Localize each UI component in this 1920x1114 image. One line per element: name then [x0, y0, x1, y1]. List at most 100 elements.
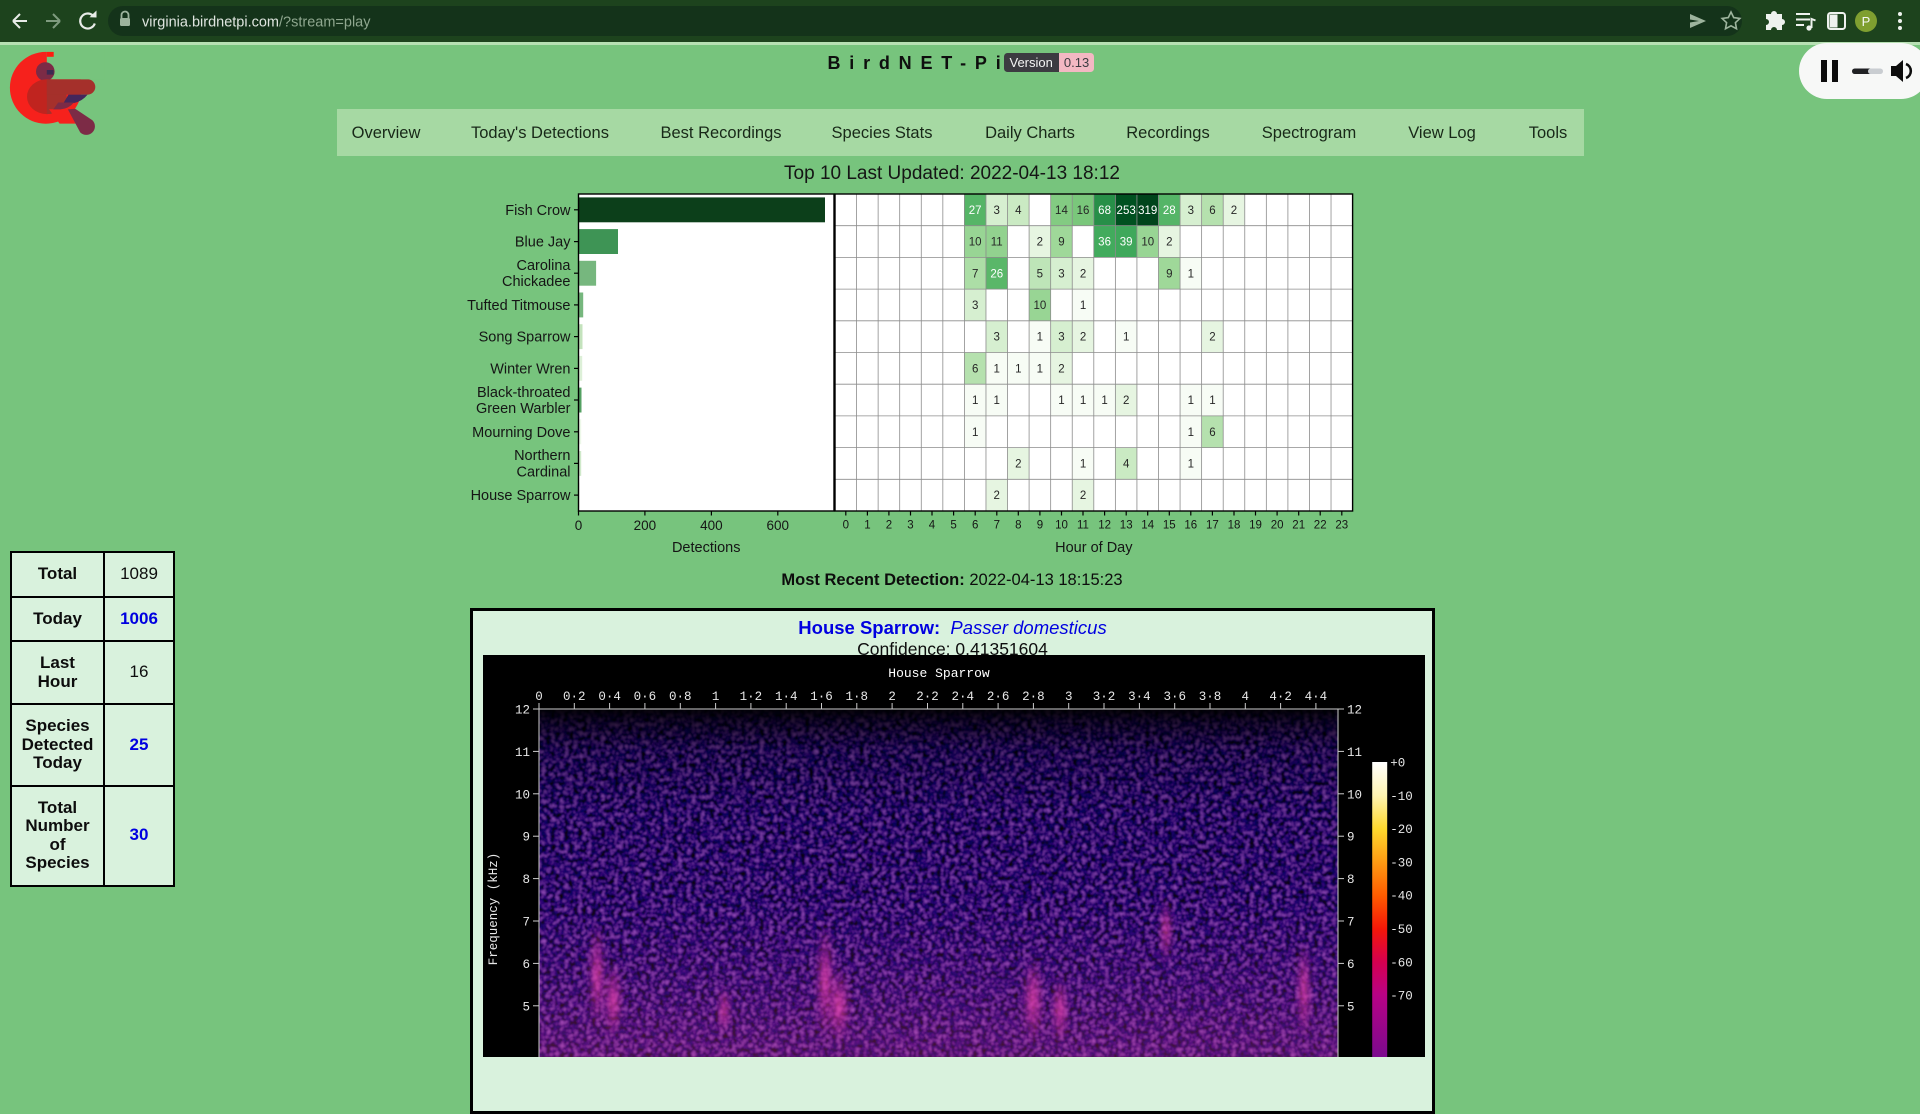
svg-text:0·4: 0·4 [598, 690, 621, 704]
svg-text:68: 68 [1098, 205, 1111, 217]
svg-text:6: 6 [972, 520, 978, 532]
svg-text:253: 253 [1117, 205, 1136, 217]
svg-text:10: 10 [1033, 300, 1046, 312]
svg-text:Fish Crow: Fish Crow [505, 203, 571, 219]
svg-text:House Sparrow: House Sparrow [471, 488, 571, 504]
svg-text:9: 9 [1166, 268, 1172, 280]
svg-text:2: 2 [886, 520, 892, 532]
svg-text:1: 1 [1188, 427, 1194, 439]
svg-text:28: 28 [1163, 205, 1176, 217]
svg-text:1: 1 [972, 427, 978, 439]
svg-text:2: 2 [1231, 205, 1237, 217]
svg-text:2·4: 2·4 [952, 690, 975, 704]
svg-text:2: 2 [1080, 268, 1086, 280]
svg-text:6: 6 [1347, 958, 1355, 972]
svg-text:Northern: Northern [514, 448, 570, 464]
svg-text:10: 10 [1141, 237, 1154, 249]
svg-text:Green Warbler: Green Warbler [476, 401, 571, 417]
svg-text:1: 1 [994, 395, 1000, 407]
svg-text:Song Sparrow: Song Sparrow [479, 330, 571, 346]
svg-text:Detections: Detections [672, 540, 741, 556]
svg-text:4: 4 [1242, 690, 1250, 704]
svg-text:Black-throated: Black-throated [477, 385, 571, 401]
svg-text:Hour of Day: Hour of Day [1055, 540, 1133, 556]
svg-text:1: 1 [1101, 395, 1107, 407]
svg-text:Blue Jay: Blue Jay [515, 235, 571, 251]
svg-text:4: 4 [1123, 458, 1130, 470]
svg-text:3·4: 3·4 [1128, 690, 1151, 704]
svg-text:10: 10 [969, 237, 982, 249]
svg-text:5: 5 [950, 520, 956, 532]
svg-text:1: 1 [1188, 395, 1194, 407]
svg-text:Winter Wren: Winter Wren [490, 361, 570, 377]
svg-text:11: 11 [515, 746, 530, 760]
svg-text:9: 9 [1037, 520, 1043, 532]
svg-text:5: 5 [1347, 1000, 1355, 1014]
svg-text:9: 9 [522, 831, 530, 845]
svg-text:4: 4 [1015, 205, 1022, 217]
svg-text:1: 1 [1037, 332, 1043, 344]
svg-text:8: 8 [522, 873, 530, 887]
svg-text:15: 15 [1163, 520, 1176, 532]
svg-text:7: 7 [522, 916, 530, 930]
svg-text:1: 1 [712, 690, 720, 704]
svg-text:1: 1 [1080, 458, 1086, 470]
svg-text:13: 13 [1120, 520, 1133, 532]
svg-text:3: 3 [1058, 332, 1064, 344]
svg-text:1: 1 [1188, 268, 1194, 280]
svg-text:22: 22 [1314, 520, 1327, 532]
svg-text:1·4: 1·4 [775, 690, 798, 704]
svg-text:0·2: 0·2 [563, 690, 586, 704]
svg-text:400: 400 [700, 518, 723, 533]
svg-text:2: 2 [1209, 332, 1215, 344]
svg-text:200: 200 [634, 518, 657, 533]
svg-text:39: 39 [1120, 237, 1133, 249]
svg-text:8: 8 [1015, 520, 1021, 532]
svg-text:7: 7 [1347, 916, 1355, 930]
svg-text:2: 2 [1015, 458, 1021, 470]
svg-text:14: 14 [1141, 520, 1154, 532]
svg-text:1: 1 [1058, 395, 1064, 407]
svg-text:9: 9 [1347, 831, 1355, 845]
svg-text:18: 18 [1228, 520, 1241, 532]
svg-text:10: 10 [1347, 788, 1362, 802]
svg-text:2: 2 [1080, 332, 1086, 344]
svg-text:+0: +0 [1390, 757, 1405, 771]
svg-text:Mourning Dove: Mourning Dove [472, 425, 570, 441]
svg-text:23: 23 [1335, 520, 1348, 532]
svg-text:3: 3 [1065, 690, 1073, 704]
svg-text:3·2: 3·2 [1093, 690, 1116, 704]
svg-text:3·6: 3·6 [1163, 690, 1186, 704]
svg-text:1: 1 [972, 395, 978, 407]
svg-text:1·2: 1·2 [740, 690, 763, 704]
svg-text:16: 16 [1077, 205, 1090, 217]
svg-text:2: 2 [1080, 490, 1086, 502]
svg-text:-50: -50 [1390, 923, 1413, 937]
svg-text:1: 1 [1080, 395, 1086, 407]
svg-text:2: 2 [994, 490, 1000, 502]
svg-text:Chickadee: Chickadee [502, 274, 571, 290]
svg-text:-70: -70 [1390, 990, 1413, 1004]
svg-text:3: 3 [994, 332, 1000, 344]
svg-text:1: 1 [994, 363, 1000, 375]
svg-text:1: 1 [1015, 363, 1021, 375]
svg-text:4·4: 4·4 [1305, 690, 1328, 704]
svg-text:36: 36 [1098, 237, 1111, 249]
svg-text:2: 2 [1166, 237, 1172, 249]
svg-text:3·8: 3·8 [1199, 690, 1222, 704]
svg-text:2·2: 2·2 [916, 690, 939, 704]
svg-text:-20: -20 [1390, 823, 1413, 837]
svg-text:11: 11 [1077, 520, 1089, 532]
svg-text:19: 19 [1249, 520, 1262, 532]
svg-text:Carolina: Carolina [517, 258, 572, 274]
svg-text:6: 6 [1209, 427, 1215, 439]
svg-text:12: 12 [1347, 704, 1362, 718]
svg-text:0·8: 0·8 [669, 690, 692, 704]
svg-text:2·6: 2·6 [987, 690, 1010, 704]
svg-text:11: 11 [1347, 746, 1362, 760]
svg-text:1: 1 [1188, 458, 1194, 470]
svg-text:8: 8 [1347, 873, 1355, 887]
svg-text:12: 12 [515, 704, 530, 718]
svg-text:4·2: 4·2 [1269, 690, 1292, 704]
svg-text:600: 600 [767, 518, 790, 533]
